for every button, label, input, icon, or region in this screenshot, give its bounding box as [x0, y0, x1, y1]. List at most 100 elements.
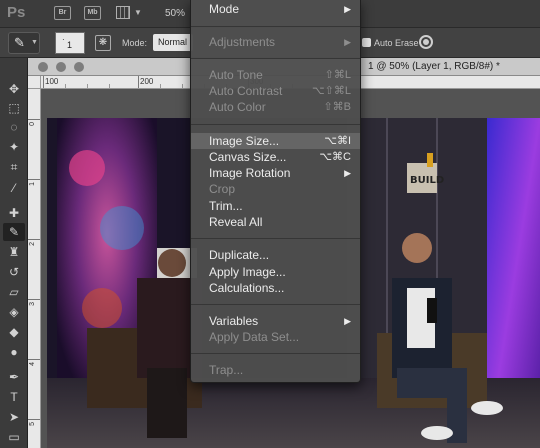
menu-item-duplicate[interactable]: Duplicate...	[191, 247, 360, 263]
menu-shortcut: ⌥⌘I	[324, 135, 351, 147]
menu-item-auto-contrast: Auto Contrast ⌥⇧⌘L	[191, 83, 360, 99]
quick-selection-tool-icon[interactable]: ✦	[3, 138, 25, 156]
ruler-label: 4	[29, 362, 36, 366]
bridge-button[interactable]: Br	[54, 6, 71, 20]
menu-item-label: Image Rotation	[209, 166, 291, 180]
sign-text: BUILD	[410, 175, 444, 186]
menu-shortcut: ⇧⌘L	[324, 69, 351, 81]
menu-item-label: Canvas Size...	[209, 150, 287, 164]
submenu-arrow-icon: ▶	[344, 168, 351, 178]
minimize-window-icon[interactable]	[56, 62, 66, 72]
menu-item-label: Crop	[209, 182, 236, 196]
mini-bridge-button[interactable]: Mb	[84, 6, 101, 20]
menu-item-apply-image[interactable]: Apply Image...	[191, 264, 360, 280]
menu-item-image-size[interactable]: Image Size... ⌥⌘I	[191, 133, 360, 149]
zoom-window-icon[interactable]	[74, 62, 84, 72]
brush-size-picker[interactable]: · 1	[55, 32, 85, 54]
menu-item-label: Auto Tone	[209, 68, 263, 82]
type-tool-icon[interactable]: T	[3, 388, 25, 406]
pressure-size-icon[interactable]	[419, 35, 433, 49]
shape-tool-icon[interactable]: ▭	[3, 428, 25, 446]
photoshop-logo: Ps	[7, 4, 26, 21]
ruler-tick	[138, 76, 139, 88]
tools-panel: ✥ ⬚ ◌ ✦ ⌗ ⁄ ✚ ✎ ♜ ↺ ▱ ◈ ◆ ● ✒ T ➤ ▭	[0, 58, 28, 448]
menu-item-reveal-all[interactable]: Reveal All	[191, 214, 360, 230]
menu-item-mode[interactable]: Mode ▶	[191, 1, 360, 17]
menu-separator	[191, 238, 360, 239]
eyedropper-tool-icon[interactable]: ⁄	[3, 179, 25, 197]
menu-item-label: Apply Data Set...	[209, 330, 300, 344]
menu-separator	[191, 353, 360, 354]
menu-item-auto-tone: Auto Tone ⇧⌘L	[191, 67, 360, 83]
brush-dot-icon: ·	[62, 35, 65, 44]
dodge-tool-icon[interactable]: ●	[3, 343, 25, 361]
ruler-minor-tick	[109, 84, 110, 88]
brush-panel-toggle-icon[interactable]: ❋	[95, 35, 111, 51]
workspace-arrange-icon[interactable]	[116, 6, 130, 19]
ruler-tick	[28, 299, 40, 300]
menu-item-auto-color: Auto Color ⇧⌘B	[191, 99, 360, 115]
menu-item-variables[interactable]: Variables ▶	[191, 313, 360, 329]
menu-item-adjustments: Adjustments ▶	[191, 34, 360, 50]
path-selection-tool-icon[interactable]: ➤	[3, 408, 25, 426]
menu-separator	[191, 304, 360, 305]
menu-item-trap: Trap...	[191, 362, 360, 378]
menu-item-trim[interactable]: Trim...	[191, 198, 360, 214]
menu-item-label: Auto Contrast	[209, 84, 283, 98]
submenu-arrow-icon: ▶	[344, 37, 351, 47]
close-window-icon[interactable]	[38, 62, 48, 72]
ruler-label: 100	[45, 77, 59, 86]
lasso-tool-icon[interactable]: ◌	[3, 118, 25, 136]
ruler-label: 5	[29, 422, 36, 426]
menu-shortcut: ⌥⌘C	[319, 151, 351, 163]
crop-tool-icon[interactable]: ⌗	[3, 158, 25, 176]
move-tool-icon[interactable]: ✥	[3, 80, 25, 98]
menu-item-label: Duplicate...	[209, 248, 270, 262]
menu-item-label: Mode	[209, 2, 240, 16]
menu-item-canvas-size[interactable]: Canvas Size... ⌥⌘C	[191, 149, 360, 165]
blur-tool-icon[interactable]: ◆	[3, 323, 25, 341]
menu-item-label: Apply Image...	[209, 265, 286, 279]
menu-item-label: Image Size...	[209, 134, 280, 148]
menu-separator	[191, 58, 360, 59]
menu-item-label: Auto Color	[209, 100, 266, 114]
marquee-tool-icon[interactable]: ⬚	[3, 99, 25, 117]
zoom-level[interactable]: 50%	[165, 8, 185, 19]
menu-item-label: Calculations...	[209, 281, 285, 295]
ruler-label: 1	[29, 182, 36, 186]
ruler-label: 200	[140, 77, 154, 86]
chevron-down-icon[interactable]: ▼	[134, 8, 142, 17]
ruler-minor-tick	[65, 84, 66, 88]
document-title: 1 @ 50% (Layer 1, RGB/8#) *	[368, 61, 500, 72]
tool-preset-picker[interactable]: ✎ ▼	[8, 32, 40, 54]
ruler-label: 0	[29, 122, 36, 126]
auto-erase-checkbox[interactable]: Auto Erase	[362, 37, 419, 49]
history-brush-tool-icon[interactable]: ↺	[3, 263, 25, 281]
mode-select[interactable]: Normal	[153, 34, 193, 51]
ruler-tick	[28, 179, 40, 180]
vertical-ruler[interactable]: 0 1 2 3 4 5	[28, 89, 41, 448]
submenu-arrow-icon: ▶	[344, 4, 351, 14]
menu-item-calculations[interactable]: Calculations...	[191, 280, 360, 296]
pencil-tool-icon[interactable]: ✎	[3, 223, 25, 241]
auto-erase-label: Auto Erase	[374, 38, 419, 48]
image-menu: Mode ▶ Adjustments ▶ Auto Tone ⇧⌘L Auto …	[190, 0, 361, 383]
ruler-label: 3	[29, 302, 36, 306]
ruler-minor-tick	[182, 84, 183, 88]
ruler-tick	[28, 119, 40, 120]
pen-tool-icon[interactable]: ✒	[3, 368, 25, 386]
ruler-tick	[43, 76, 44, 88]
ruler-origin[interactable]	[28, 76, 41, 89]
paint-bucket-tool-icon[interactable]: ◈	[3, 303, 25, 321]
checkbox-box[interactable]	[362, 38, 371, 47]
mode-label: Mode:	[122, 38, 148, 48]
eraser-tool-icon[interactable]: ▱	[3, 283, 25, 301]
ruler-label: 2	[29, 242, 36, 246]
menu-item-label: Reveal All	[209, 215, 263, 229]
clone-stamp-tool-icon[interactable]: ♜	[3, 243, 25, 261]
healing-brush-tool-icon[interactable]: ✚	[3, 204, 25, 222]
menu-separator	[191, 124, 360, 125]
brush-size-value: 1	[67, 40, 73, 50]
menu-item-image-rotation[interactable]: Image Rotation ▶	[191, 165, 360, 181]
menu-item-apply-data-set: Apply Data Set...	[191, 329, 360, 345]
